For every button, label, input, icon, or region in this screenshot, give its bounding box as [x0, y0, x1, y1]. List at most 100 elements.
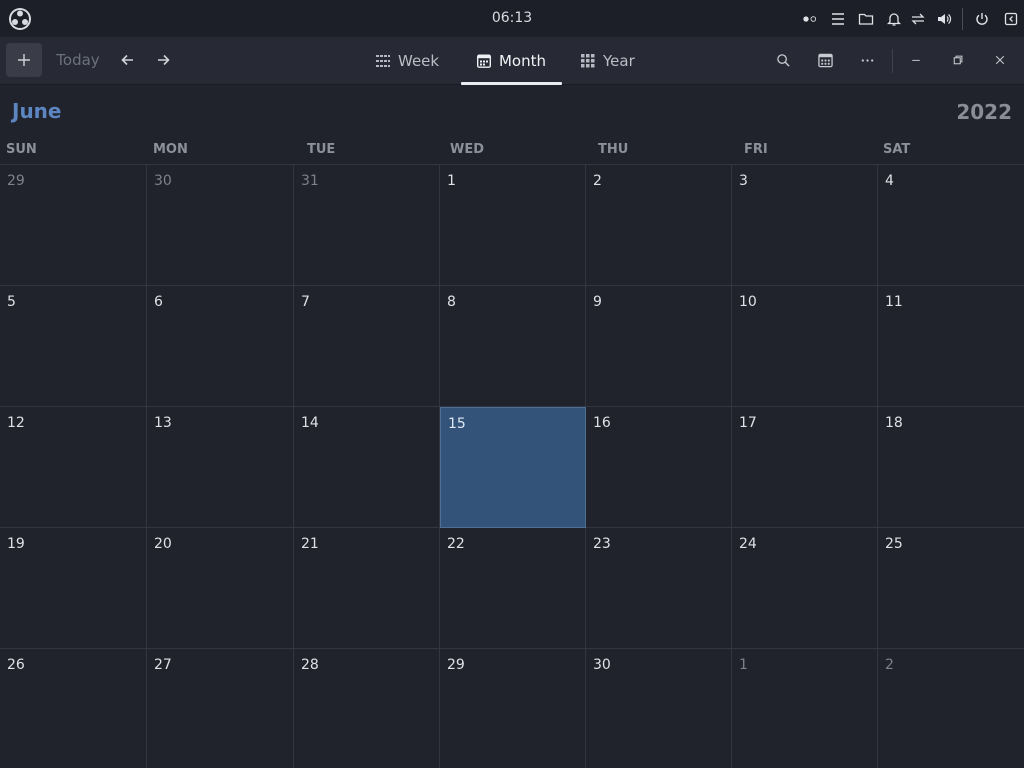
day-number: 10: [739, 294, 757, 310]
day-number: 14: [301, 415, 319, 431]
day-cell[interactable]: 3: [732, 165, 878, 286]
folder-icon[interactable]: [856, 9, 876, 29]
day-number: 27: [154, 657, 172, 673]
day-cell[interactable]: 29: [0, 165, 147, 286]
day-number: 26: [7, 657, 25, 673]
day-number: 3: [739, 173, 748, 189]
day-cell[interactable]: 1: [732, 649, 878, 768]
day-number: 29: [7, 173, 25, 189]
new-event-button[interactable]: [6, 43, 42, 77]
arrow-right-icon: [158, 54, 170, 66]
day-cell[interactable]: 17: [732, 407, 878, 528]
headerbar-divider: [892, 49, 893, 73]
tab-year[interactable]: Year: [581, 37, 651, 85]
bell-icon[interactable]: [884, 9, 904, 29]
day-cell[interactable]: 1: [440, 165, 586, 286]
today-button[interactable]: Today: [50, 43, 106, 77]
year-grid-icon: [581, 54, 595, 68]
day-cell-selected[interactable]: 15: [440, 407, 586, 528]
day-number: 17: [739, 415, 757, 431]
weekday-label: WED: [450, 142, 485, 157]
tab-month[interactable]: Month: [461, 37, 562, 85]
weekday-label: MON: [153, 142, 188, 157]
menu-lines-icon[interactable]: [828, 9, 848, 29]
day-cell[interactable]: 12: [0, 407, 147, 528]
day-cell[interactable]: 5: [0, 286, 147, 407]
year-title: 2022: [956, 100, 1012, 124]
day-cell[interactable]: 23: [586, 528, 732, 649]
day-cell[interactable]: 27: [147, 649, 294, 768]
day-number: 1: [447, 173, 456, 189]
day-number: 16: [593, 415, 611, 431]
day-number: 28: [301, 657, 319, 673]
month-calendar-icon: [476, 54, 491, 68]
more-options-button[interactable]: [850, 43, 884, 77]
day-cell[interactable]: 31: [294, 165, 440, 286]
day-cell[interactable]: 16: [586, 407, 732, 528]
network-transfer-icon[interactable]: [908, 9, 928, 29]
day-cell[interactable]: 4: [878, 165, 1024, 286]
day-cell[interactable]: 18: [878, 407, 1024, 528]
volume-icon[interactable]: [934, 9, 954, 29]
day-number: 7: [301, 294, 310, 310]
day-number: 5: [7, 294, 16, 310]
day-number: 20: [154, 536, 172, 552]
day-cell[interactable]: 7: [294, 286, 440, 407]
toggle-dots-icon[interactable]: [798, 9, 822, 29]
day-cell[interactable]: 24: [732, 528, 878, 649]
day-cell[interactable]: 9: [586, 286, 732, 407]
day-cell[interactable]: 21: [294, 528, 440, 649]
previous-month-button[interactable]: [112, 43, 144, 77]
day-cell[interactable]: 19: [0, 528, 147, 649]
day-cell[interactable]: 6: [147, 286, 294, 407]
restore-icon: [953, 55, 963, 65]
day-cell[interactable]: 10: [732, 286, 878, 407]
close-button[interactable]: [983, 43, 1017, 77]
day-number: 18: [885, 415, 903, 431]
day-number: 8: [447, 294, 456, 310]
minimize-button[interactable]: [899, 43, 933, 77]
day-number: 2: [885, 657, 894, 673]
power-icon[interactable]: [972, 9, 992, 29]
day-cell[interactable]: 30: [586, 649, 732, 768]
day-cell[interactable]: 13: [147, 407, 294, 528]
day-number: 6: [154, 294, 163, 310]
day-number: 1: [739, 657, 748, 673]
day-number: 12: [7, 415, 25, 431]
calendar-list-button[interactable]: [808, 43, 842, 77]
next-month-button[interactable]: [147, 43, 179, 77]
tab-week-label: Week: [398, 52, 440, 70]
day-number: 25: [885, 536, 903, 552]
weekday-label: TUE: [307, 142, 336, 157]
restore-button[interactable]: [941, 43, 975, 77]
day-cell[interactable]: 14: [294, 407, 440, 528]
tab-year-label: Year: [603, 52, 635, 70]
day-cell[interactable]: 2: [586, 165, 732, 286]
day-number: 30: [593, 657, 611, 673]
weekday-label: SUN: [6, 142, 37, 157]
day-number: 4: [885, 173, 894, 189]
tab-week[interactable]: Week: [376, 37, 446, 85]
day-cell[interactable]: 22: [440, 528, 586, 649]
system-panel: 06:13: [0, 0, 1024, 37]
day-cell[interactable]: 28: [294, 649, 440, 768]
day-number: 19: [7, 536, 25, 552]
day-cell[interactable]: 25: [878, 528, 1024, 649]
plus-icon: [18, 54, 30, 66]
day-cell[interactable]: 30: [147, 165, 294, 286]
day-cell[interactable]: 8: [440, 286, 586, 407]
search-button[interactable]: [766, 43, 800, 77]
day-number: 21: [301, 536, 319, 552]
day-cell[interactable]: 11: [878, 286, 1024, 407]
close-icon: [995, 55, 1005, 65]
day-cell[interactable]: 2: [878, 649, 1024, 768]
panel-exit-icon[interactable]: [1001, 9, 1021, 29]
day-cell[interactable]: 26: [0, 649, 147, 768]
day-number: 22: [447, 536, 465, 552]
weekday-label: THU: [598, 142, 629, 157]
tab-month-label: Month: [498, 52, 546, 70]
day-cell[interactable]: 29: [440, 649, 586, 768]
calendar-list-icon: [817, 53, 833, 67]
day-cell[interactable]: 20: [147, 528, 294, 649]
more-dots-icon: [861, 58, 873, 62]
